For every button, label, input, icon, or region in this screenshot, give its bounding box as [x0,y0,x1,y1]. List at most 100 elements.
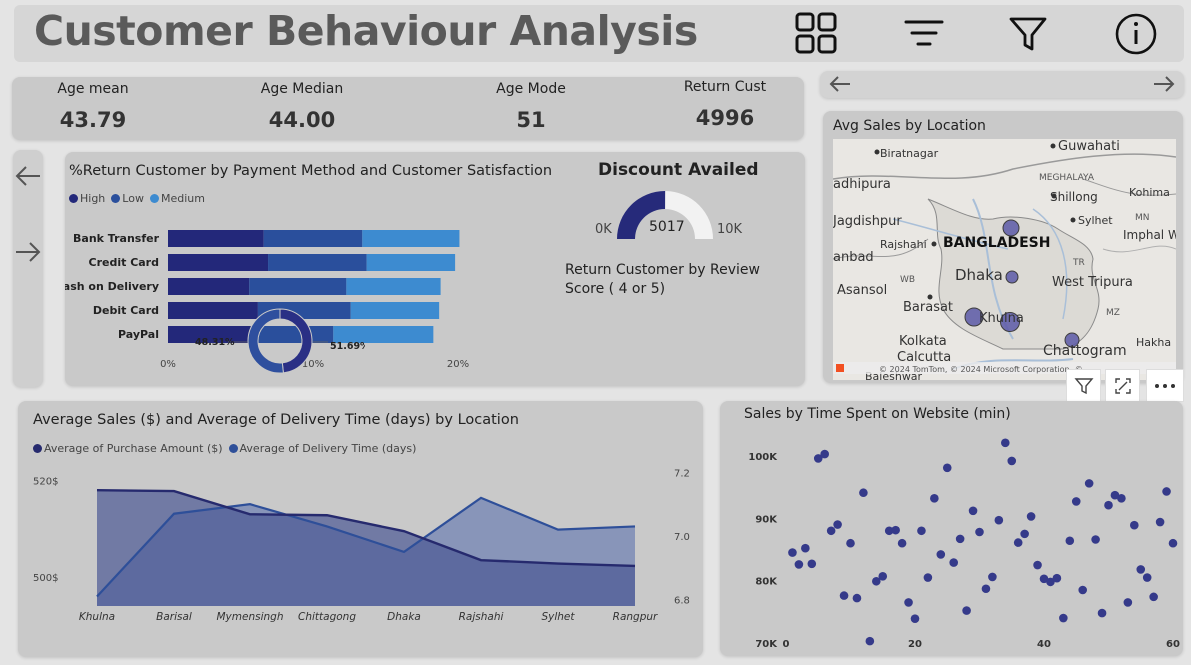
filter-icon[interactable] [1006,11,1052,57]
kpi-value-age-mode: 51 [516,108,546,132]
bar-segment-low [263,230,363,247]
map-label-wb: WB [900,275,915,285]
scatter-point [878,571,888,581]
scatter-point [1078,585,1087,595]
scatter-point [917,526,926,536]
bar-segment-high [168,254,269,271]
scatter-point [1136,565,1146,574]
scatter-title: Sales by Time Spent on Website (min) [744,406,1011,422]
gauge-max-label: 10K [717,222,743,237]
map-attribution: © 2024 TomTom, © 2024 Microsoft Corporat… [879,365,1083,374]
bar-segment-low [249,278,347,295]
scatter-point [1084,479,1094,488]
scatter-point [981,584,991,594]
page-forward-arrow-icon[interactable] [13,238,43,266]
scatter-point [910,614,920,623]
area-x-tick-label: Mymensingh [217,611,284,623]
scatter-point [942,463,952,473]
grid-icon[interactable] [794,11,840,57]
scatter-point [1162,487,1171,496]
discount-title: Discount Availed [598,160,759,180]
scatter-y-tick-label: 70K [755,639,778,650]
scatter-point [962,606,971,615]
kpi-value-return-cust: 4996 [695,106,755,130]
scatter-point [1033,560,1042,570]
scatter-point [788,548,797,557]
area-right-axis-tick: 7.0 [674,532,690,543]
scatter-point [1059,613,1068,623]
map-label-adhipura: adhipura [833,177,891,192]
right-nav-strip [820,71,1184,98]
return-chart-legend: High Low Medium [69,192,205,205]
visual-filter-icon [1073,377,1094,394]
arrow-right-icon[interactable] [1150,72,1178,96]
scatter-point [1013,538,1023,547]
map-canvas[interactable]: Guwahati Biratnagar MEGHALAYA Shillong K… [833,139,1176,380]
kpi-label-return-cust: Return Cust [683,79,767,95]
scatter-point [1026,512,1036,521]
scatter-point [1097,608,1107,618]
title-bar: Customer Behaviour Analysis [14,5,1184,62]
kpi-label-age-median: Age Median [260,81,344,97]
scatter-point [1001,438,1010,448]
expand-icon [1114,377,1131,394]
scatter-point [1065,536,1075,546]
donut-label-4: 48.31% [195,337,235,348]
sales-delivery-legend: Average of Purchase Amount ($) Average o… [33,442,416,455]
scatter-point [923,573,933,582]
scatter-point [968,506,978,516]
scatter-point [1142,573,1152,582]
arrow-left-icon[interactable] [826,72,854,96]
visual-filter-button[interactable] [1066,369,1101,402]
sales-time-scatter-chart: 100K 90K 80K 70K 0 20 40 60 [748,438,1180,650]
map-label-barasat: Barasat [903,300,953,315]
scatter-point [891,525,900,535]
map-label-rajshahi: Rajshahi [880,238,927,251]
kpi-value-age-mean: 43.79 [59,108,127,132]
legend-item-high: High [69,192,105,205]
more-options-button[interactable] [1146,369,1184,402]
area-left-axis-tick: 520$ [33,476,58,487]
legend-item-purchase-amount: Average of Purchase Amount ($) [33,442,223,455]
scatter-point [852,593,862,603]
map-label-biratnagar: Biratnagar [880,147,939,160]
map-label-jagdishpur: Jagdishpur [833,214,902,229]
focus-mode-button[interactable] [1105,369,1140,402]
sales-delivery-title: Average Sales ($) and Average of Deliver… [33,412,519,428]
area-x-tick-label: Rangpur [613,611,658,623]
bar-category-label: Credit Card [89,256,160,269]
scatter-x-tick-label: 0 [783,639,790,650]
sort-lines-icon[interactable] [902,11,948,57]
page-back-arrow-icon[interactable] [13,162,43,190]
scatter-point [1091,535,1100,544]
kpi-label-age-mode: Age Mode [496,81,566,97]
scatter-point [975,527,984,537]
info-icon[interactable] [1114,11,1160,57]
donut-slice-5-0 [247,308,284,374]
legend-item-medium: Medium [149,192,205,205]
gauge-value: 5017 [649,219,685,235]
scatter-point [826,526,836,536]
scatter-point [1117,494,1126,503]
donut-slice-4-0 [279,308,313,374]
scatter-point [794,560,804,569]
scatter-point [820,449,829,459]
scatter-point [1104,500,1113,510]
area-x-tick-label: Dhaka [387,611,421,623]
scatter-point [949,558,958,567]
scatter-point [988,572,997,582]
map-label-khulna: Khulna [979,311,1024,326]
map-label-hakha: Hakha [1136,336,1171,349]
kpi-panel: Age mean 43.79 Age Median 44.00 Age Mode… [12,77,804,140]
legend-item-low: Low [111,192,144,205]
scatter-point [994,515,1004,525]
area-right-axis-tick: 7.2 [674,468,690,479]
scatter-point [1168,538,1178,548]
scatter-point [1155,517,1165,527]
scatter-point [839,591,849,600]
area-x-tick-label: Khulna [79,611,115,623]
kpi-value-age-median: 44.00 [268,108,336,132]
bar-segment-medium [362,230,460,247]
map-label-anbad: anbad [833,250,874,265]
bar-category-label: Cash on Delivery [65,280,159,293]
